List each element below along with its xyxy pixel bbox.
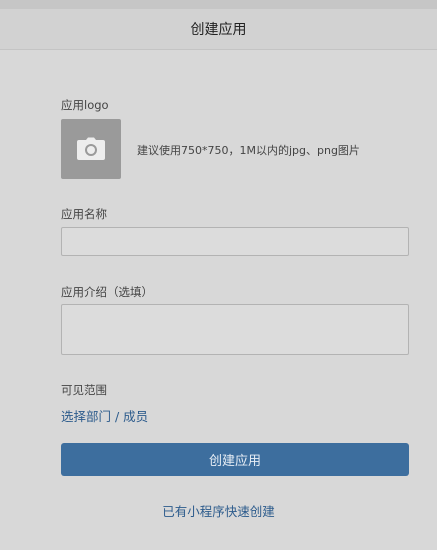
top-strip [0, 0, 437, 9]
page-title: 创建应用 [190, 22, 247, 38]
app-name-label: 应用名称 [61, 207, 107, 221]
logo-label: 应用logo [61, 98, 109, 112]
visibility-label: 可见范围 [61, 383, 107, 397]
page-header: 创建应用 [0, 9, 437, 50]
quick-create-miniprogram-link[interactable]: 已有小程序快速创建 [0, 501, 437, 520]
app-name-input[interactable] [61, 227, 409, 256]
camera-icon [77, 137, 105, 160]
select-members-link[interactable]: 选择部门 / 成员 [61, 406, 148, 425]
app-intro-textarea[interactable] [61, 304, 409, 355]
logo-upload-button[interactable] [61, 119, 121, 179]
app-intro-label: 应用介绍（选填） [61, 285, 153, 299]
create-app-button[interactable]: 创建应用 [61, 443, 409, 476]
logo-hint: 建议使用750*750，1M以内的jpg、png图片 [137, 144, 360, 157]
